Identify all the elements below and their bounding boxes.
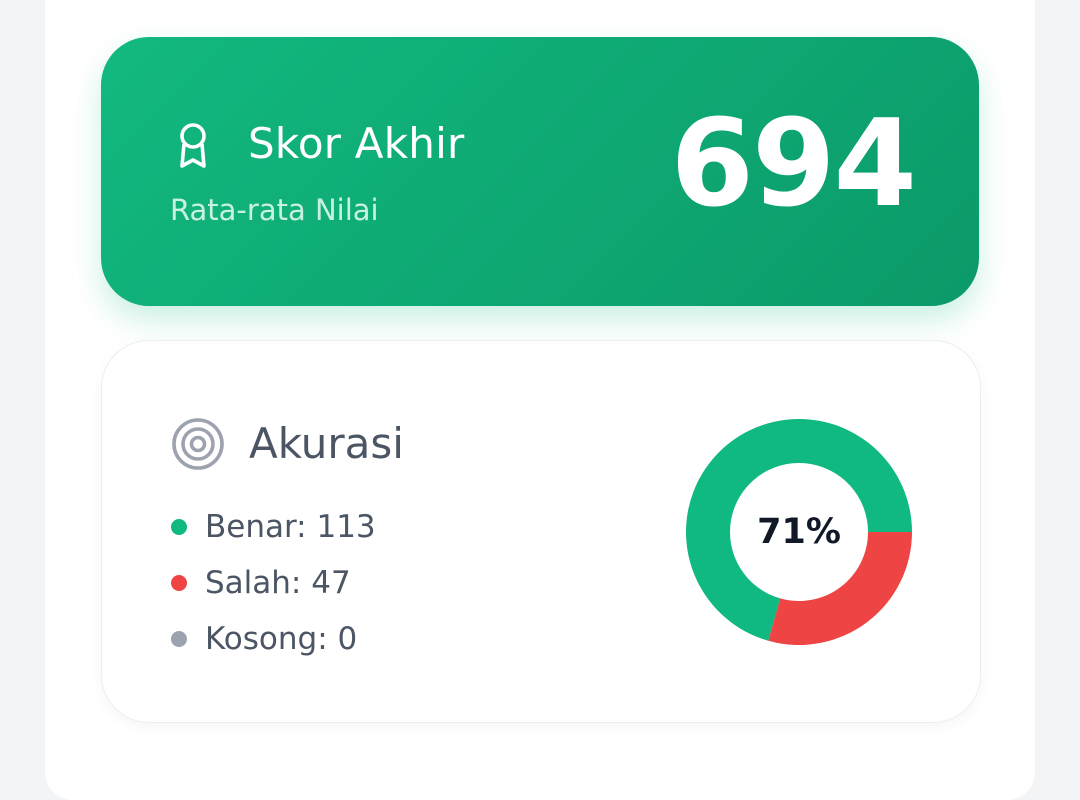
legend-label-kosong: Kosong: 0 — [205, 621, 358, 657]
legend-dot-kosong — [171, 631, 187, 647]
donut-center-label: 71% — [757, 512, 841, 552]
legend-item-salah: Salah: 47 — [171, 555, 376, 611]
score-title: Skor Akhir — [248, 119, 465, 168]
final-score-card: Skor Akhir Rata-rata Nilai 694 — [101, 37, 979, 306]
accuracy-card: Akurasi Benar: 113 Salah: 47 Kosong: 0 7… — [101, 340, 981, 723]
legend-dot-benar — [171, 519, 187, 535]
legend-label-salah: Salah: 47 — [205, 565, 351, 601]
legend-item-kosong: Kosong: 0 — [171, 611, 376, 667]
legend-dot-salah — [171, 575, 187, 591]
accuracy-legend: Benar: 113 Salah: 47 Kosong: 0 — [171, 499, 376, 667]
award-ribbon-icon — [180, 123, 206, 168]
score-subtitle: Rata-rata Nilai — [170, 193, 379, 227]
target-icon — [172, 418, 224, 470]
score-value: 694 — [670, 95, 917, 234]
accuracy-title: Akurasi — [249, 419, 404, 468]
legend-label-benar: Benar: 113 — [205, 509, 376, 545]
legend-item-benar: Benar: 113 — [171, 499, 376, 555]
